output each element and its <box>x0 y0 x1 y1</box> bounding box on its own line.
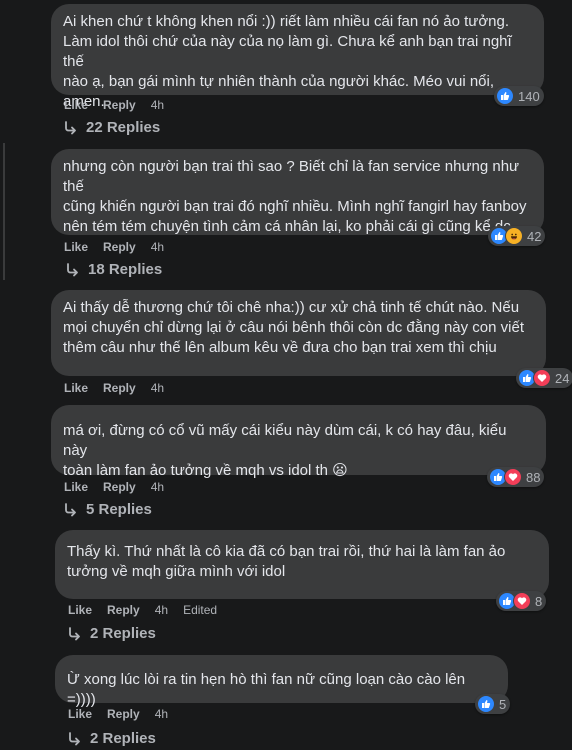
reaction-count: 5 <box>499 696 507 712</box>
view-replies-link[interactable]: 5 Replies <box>64 501 152 518</box>
comment-text: Ai khen chứ t không khen nổi :)) riết là… <box>63 13 512 110</box>
reaction-summary[interactable]: 24 <box>516 368 572 388</box>
replies-label: 5 Replies <box>86 501 152 518</box>
comment-bubble: Ai thấy dễ thương chứ tôi chê nha:)) cư … <box>51 290 546 376</box>
like-link[interactable]: Like <box>64 480 88 494</box>
like-link[interactable]: Like <box>64 381 88 395</box>
comment-bubble: Ừ xong lúc lòi ra tin hẹn hò thì fan nữ … <box>55 655 508 708</box>
comment-time[interactable]: 4h <box>155 707 168 721</box>
reply-link[interactable]: Reply <box>107 603 140 617</box>
comment-actions: Like Reply 4h <box>64 98 164 112</box>
reply-arrow-icon <box>65 502 76 516</box>
comment-text: Thấy kì. Thứ nhất là cô kia đã có bạn tr… <box>67 543 506 580</box>
like-reaction-icon <box>477 695 495 713</box>
thread-line <box>3 143 5 280</box>
like-link[interactable]: Like <box>64 240 88 254</box>
reply-arrow-icon <box>69 626 80 640</box>
reaction-summary[interactable]: 5 <box>475 694 511 714</box>
view-replies-link[interactable]: 2 Replies <box>68 730 156 747</box>
reply-arrow-icon <box>67 262 78 276</box>
reply-arrow-icon <box>69 731 80 745</box>
reaction-summary[interactable]: 42 <box>488 226 546 246</box>
reaction-summary[interactable]: 140 <box>494 86 544 106</box>
comment-bubble: nhưng còn người bạn trai thì sao ? Biết … <box>51 149 544 235</box>
reply-link[interactable]: Reply <box>107 707 140 721</box>
reaction-count: 88 <box>526 469 541 485</box>
comment-time[interactable]: 4h <box>151 240 164 254</box>
comment-time[interactable]: 4h <box>151 381 164 395</box>
replies-label: 2 Replies <box>90 730 156 747</box>
reaction-count: 24 <box>555 370 570 386</box>
replies-label: 22 Replies <box>86 119 161 136</box>
edited-label: Edited <box>183 603 218 617</box>
replies-label: 2 Replies <box>90 625 156 642</box>
comment-time[interactable]: 4h <box>155 603 168 617</box>
comment-actions: Like Reply 4h Edited <box>68 603 217 617</box>
reaction-summary[interactable]: 8 <box>496 591 547 611</box>
comment-bubble: Thấy kì. Thứ nhất là cô kia đã có bạn tr… <box>55 530 549 599</box>
reply-link[interactable]: Reply <box>103 98 136 112</box>
comment-time[interactable]: 4h <box>151 480 164 494</box>
comment-text: Ai thấy dễ thương chứ tôi chê nha:)) cư … <box>63 299 525 356</box>
comment-actions: Like Reply 4h <box>64 381 164 395</box>
comment-text: nhưng còn người bạn trai thì sao ? Biết … <box>63 158 527 235</box>
reaction-count: 8 <box>535 593 543 609</box>
view-replies-link[interactable]: 2 Replies <box>68 625 156 642</box>
like-link[interactable]: Like <box>68 707 92 721</box>
comment-bubble: má ơi, đừng có cổ vũ mấy cái kiểu này dù… <box>51 405 546 479</box>
love-reaction-icon <box>504 468 522 486</box>
love-reaction-icon <box>513 592 531 610</box>
comment-bubble: Ai khen chứ t không khen nổi :)) riết là… <box>51 4 544 110</box>
reply-arrow-icon <box>65 120 76 134</box>
comment-time[interactable]: 4h <box>151 98 164 112</box>
reply-link[interactable]: Reply <box>103 480 136 494</box>
comment-actions: Like Reply 4h <box>64 480 164 494</box>
haha-reaction-icon <box>505 227 523 245</box>
reply-link[interactable]: Reply <box>103 381 136 395</box>
love-reaction-icon <box>533 369 551 387</box>
like-link[interactable]: Like <box>64 98 88 112</box>
like-reaction-icon <box>496 87 514 105</box>
replies-label: 18 Replies <box>88 261 163 278</box>
reply-link[interactable]: Reply <box>103 240 136 254</box>
comment-actions: Like Reply 4h <box>64 240 164 254</box>
reaction-count: 42 <box>527 228 542 244</box>
comment-actions: Like Reply 4h <box>68 707 168 721</box>
comment-text: má ơi, đừng có cổ vũ mấy cái kiểu này dù… <box>63 422 507 479</box>
like-link[interactable]: Like <box>68 603 92 617</box>
comment-text: Ừ xong lúc lòi ra tin hẹn hò thì fan nữ … <box>67 671 466 708</box>
reaction-summary[interactable]: 88 <box>487 467 545 487</box>
view-replies-link[interactable]: 18 Replies <box>66 261 162 278</box>
view-replies-link[interactable]: 22 Replies <box>64 119 160 136</box>
reaction-count: 140 <box>518 88 540 104</box>
